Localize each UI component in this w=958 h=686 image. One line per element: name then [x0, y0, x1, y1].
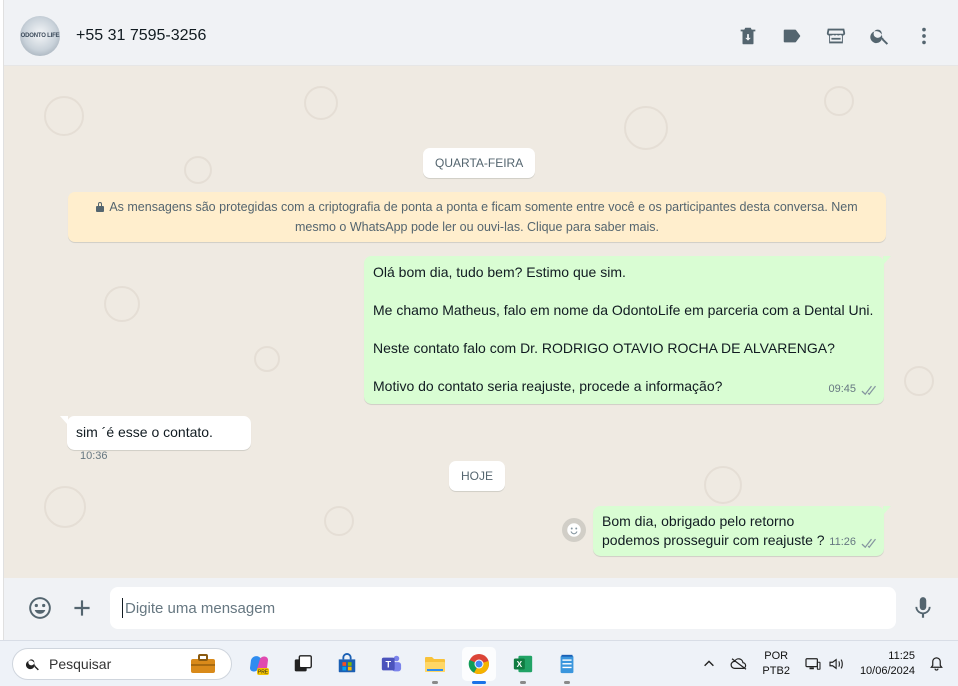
lock-icon: [96, 202, 105, 212]
encryption-notice[interactable]: As mensagens são protegidas com a cripto…: [68, 192, 886, 242]
message-composer: [4, 578, 958, 638]
message-bubble-outgoing[interactable]: Olá bom dia, tudo bem? Estimo que sim. M…: [364, 256, 891, 404]
label-icon[interactable]: [780, 24, 804, 48]
svg-text:PRE: PRE: [258, 669, 269, 675]
message-line: Bom dia, obrigado pelo retorno: [602, 513, 795, 529]
keyboard-layout: PTB2: [762, 664, 790, 677]
date-divider-wednesday: QUARTA-FEIRA: [423, 148, 536, 178]
wallpaper-doodle: [624, 106, 668, 150]
wallpaper-doodle: [254, 346, 280, 372]
active-indicator: [472, 680, 486, 684]
message-meta: 11:26: [829, 533, 876, 552]
chat-conversation-panel[interactable]: QUARTA-FEIRA As mensagens são protegidas…: [4, 66, 958, 578]
message-bubble-outgoing[interactable]: Bom dia, obrigado pelo retorno podemos p…: [593, 506, 891, 556]
wallpaper-doodle: [44, 96, 84, 136]
message-line: Olá bom dia, tudo bem? Estimo que sim.: [373, 264, 626, 280]
clock-date: 10/06/2024: [859, 664, 915, 677]
delete-icon[interactable]: [736, 24, 760, 48]
search-icon: [25, 658, 39, 670]
message-line: Neste contato falo com Dr. RODRIGO OTAVI…: [373, 340, 835, 356]
language-code: POR: [764, 649, 789, 662]
briefcase-icon: [191, 653, 215, 673]
teams-icon[interactable]: T: [374, 647, 408, 681]
react-emoji-button[interactable]: [562, 518, 586, 542]
volume-icon[interactable]: [828, 657, 846, 671]
message-input-box[interactable]: [110, 587, 896, 629]
running-indicator: [432, 680, 438, 684]
message-time: 10:36: [80, 450, 108, 462]
store-icon[interactable]: [330, 647, 364, 681]
smiley-icon: [567, 523, 581, 537]
message-time: 11:26: [829, 536, 856, 548]
wallpaper-doodle: [184, 156, 212, 184]
wallpaper-doodle: [904, 366, 934, 396]
catalog-store-icon[interactable]: [824, 24, 848, 48]
message-input[interactable]: [125, 599, 896, 617]
excel-icon[interactable]: X: [506, 647, 540, 684]
copilot-icon[interactable]: PRE: [242, 647, 276, 681]
date-divider-today: HOJE: [449, 461, 506, 491]
input-language[interactable]: POR PTB2: [762, 649, 790, 679]
wallpaper-doodle: [824, 86, 854, 116]
running-indicator: [564, 680, 570, 684]
menu-icon[interactable]: [912, 24, 936, 48]
read-ticks-icon: [860, 537, 876, 549]
task-view-icon[interactable]: [286, 647, 320, 681]
read-ticks-icon: [860, 384, 876, 396]
message-time: 09:45: [828, 383, 856, 395]
svg-text:X: X: [517, 660, 523, 669]
wallpaper-doodle: [304, 86, 338, 120]
message-text: sim ´é esse o contato.: [76, 424, 213, 440]
attach-plus-icon[interactable]: [68, 594, 96, 622]
search-icon[interactable]: [868, 24, 892, 48]
avatar-logo-text: ODONTO LIFE: [20, 32, 60, 39]
chat-header: ODONTO LIFE +55 31 7595-3256: [4, 6, 958, 66]
windows-taskbar: Pesquisar PRE T X POR PTB2 11:25 10/06/2…: [0, 640, 958, 686]
chrome-icon[interactable]: [462, 646, 496, 684]
taskbar-search-label: Pesquisar: [49, 655, 112, 672]
text-caret: [122, 598, 123, 618]
wallpaper-doodle: [324, 506, 354, 536]
message-line: Me chamo Matheus, falo em nome da Odonto…: [373, 302, 874, 318]
file-explorer-icon[interactable]: [418, 647, 452, 684]
emoji-icon[interactable]: [26, 594, 54, 622]
message-line: Motivo do contato seria reajuste, proced…: [373, 378, 723, 394]
system-tray: POR PTB2 11:25 10/06/2024: [688, 649, 944, 679]
wallpaper-doodle: [104, 286, 140, 322]
encryption-notice-text: As mensagens são protegidas com a cripto…: [109, 200, 858, 234]
microphone-icon[interactable]: [909, 594, 937, 622]
header-actions: [716, 24, 936, 48]
wallpaper-doodle: [704, 466, 742, 504]
message-meta: 09:45: [828, 380, 876, 399]
running-indicator: [520, 680, 526, 684]
contact-avatar[interactable]: ODONTO LIFE: [20, 15, 60, 56]
network-icon[interactable]: [804, 657, 822, 671]
notification-bell-icon[interactable]: [929, 656, 944, 671]
taskbar-search[interactable]: Pesquisar: [12, 647, 232, 680]
taskbar-clock[interactable]: 11:25 10/06/2024: [860, 649, 915, 679]
svg-text:T: T: [385, 659, 391, 669]
contact-name[interactable]: +55 31 7595-3256: [76, 27, 206, 45]
chevron-up-icon[interactable]: [702, 657, 716, 671]
message-bubble-incoming[interactable]: sim ´é esse o contato. 10:36: [60, 416, 251, 462]
wallpaper-doodle: [44, 486, 86, 528]
cloud-offline-icon[interactable]: [730, 657, 748, 671]
notepad-icon[interactable]: [550, 647, 584, 684]
clock-time: 11:25: [888, 649, 915, 662]
